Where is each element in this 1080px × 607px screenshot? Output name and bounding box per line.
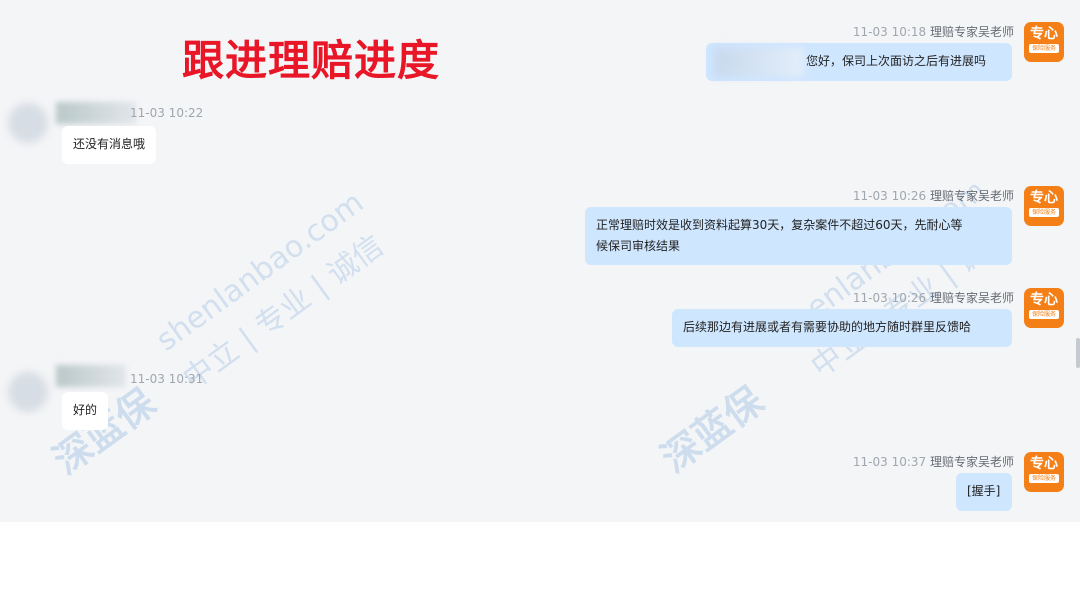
customer-avatar[interactable] [8,372,48,412]
message-time: 11-03 10:18 [852,25,927,39]
watermark-logo-right: 深蓝保 [653,378,772,481]
avatar-sub-text: 保险服务 [1029,44,1059,53]
message-time: 11-03 10:26 [852,291,927,305]
agent-avatar[interactable]: 专心 保险服务 [1024,288,1064,328]
redacted-prefix [714,47,804,77]
scrollbar-thumb[interactable] [1076,338,1080,368]
agent-avatar[interactable]: 专心 保险服务 [1024,186,1064,226]
message-meta: 11-03 10:26 理赔专家吴老师 [853,289,1014,306]
message-meta: 11-03 10:26 理赔专家吴老师 [853,187,1014,204]
message-bubble-out[interactable]: 后续那边有进展或者有需要协助的地方随时群里反馈哈 [672,309,1012,347]
agent-avatar[interactable]: 专心 保险服务 [1024,452,1064,492]
avatar-sub-text: 保险服务 [1029,310,1059,319]
message-text: 还没有消息哦 [73,137,146,151]
message-bubble-in[interactable]: 还没有消息哦 [62,126,157,164]
message-time: 11-03 10:22 [130,106,204,120]
message-bubble-out[interactable]: 正常理赔时效是收到资料起算30天，复杂案件不超过60天，先耐心等 候保司审核结果 [585,207,1012,265]
avatar-sub-text: 保险服务 [1029,474,1059,483]
message-time: 11-03 10:37 [852,455,927,469]
message-text: [握手] [967,484,1001,498]
sender-name: 理赔专家吴老师 [929,455,1014,469]
avatar-main-text: 专心 [1030,292,1058,308]
message-text: 后续那边有进展或者有需要协助的地方随时群里反馈哈 [683,320,972,334]
message-time: 11-03 10:26 [852,189,927,203]
message-text: 好的 [73,403,98,417]
message-text-line2: 候保司审核结果 [596,239,681,253]
sender-name: 理赔专家吴老师 [929,189,1014,203]
message-bubble-in[interactable]: 好的 [62,392,109,430]
message-meta: 11-03 10:37 理赔专家吴老师 [853,453,1014,470]
customer-avatar[interactable] [8,103,48,143]
agent-avatar[interactable]: 专心 保险服务 [1024,22,1064,62]
chat-history-panel: shenlanbao.com 中立 | 专业 | 诚信 深蓝保 shenlanb… [0,0,1080,522]
annotation-title: 跟进理赔进度 [182,36,441,85]
sender-name: 理赔专家吴老师 [929,25,1014,39]
avatar-sub-text: 保险服务 [1029,208,1059,217]
avatar-main-text: 专心 [1030,190,1058,206]
avatar-main-text: 专心 [1030,26,1058,42]
message-bubble-out[interactable]: [握手] [956,473,1012,511]
message-text-line1: 正常理赔时效是收到资料起算30天，复杂案件不超过60天，先耐心等 [596,218,963,232]
message-text: 您好，保司上次面访之后有进展吗 [806,54,987,68]
message-meta: 11-03 10:18 理赔专家吴老师 [853,23,1014,40]
message-time: 11-03 10:31 [130,372,204,386]
avatar-main-text: 专心 [1030,456,1058,472]
sender-name: 理赔专家吴老师 [929,291,1014,305]
redacted-customer-name [56,102,136,124]
redacted-customer-name [56,365,126,387]
